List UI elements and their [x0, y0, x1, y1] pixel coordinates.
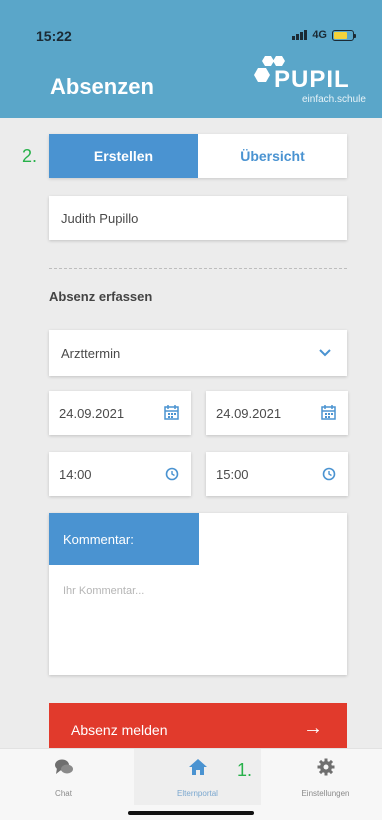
home-indicator — [128, 811, 254, 815]
chevron-down-icon — [319, 349, 331, 357]
date-from-value: 24.09.2021 — [59, 406, 125, 421]
logo-subtitle: einfach.schule — [302, 94, 366, 105]
time-from-value: 14:00 — [59, 467, 92, 482]
nav-label-elternportal: Elternportal — [177, 789, 218, 798]
clock-icon — [165, 467, 179, 481]
nav-label-einstellungen: Einstellungen — [301, 789, 350, 798]
date-from-field[interactable]: 24.09.2021 — [49, 391, 191, 435]
step-2-label: 2. — [22, 146, 38, 166]
chat-icon — [54, 759, 73, 774]
signal-icon — [292, 30, 308, 40]
tab-erstellen[interactable]: Erstellen — [49, 134, 198, 178]
bottom-navigation: Chat Elternportal Einstellungen — [0, 748, 382, 820]
student-name-value: Judith Pupillo — [61, 211, 139, 226]
comment-placeholder: Ihr Kommentar... — [63, 585, 145, 597]
calendar-icon — [164, 405, 179, 420]
logo-wordmark: PUPIL — [274, 66, 350, 93]
gear-icon — [317, 758, 334, 776]
time-from-field[interactable]: 14:00 — [49, 452, 191, 496]
battery-icon — [332, 29, 356, 41]
reason-value: Arzttermin — [61, 346, 121, 361]
time-to-field[interactable]: 15:00 — [206, 452, 348, 496]
comment-label: Kommentar: — [49, 513, 199, 565]
status-indicators: 4G — [292, 28, 356, 42]
status-bar: 15:22 4G — [0, 0, 382, 60]
nav-label-chat: Chat — [55, 789, 72, 798]
tab-uebersicht[interactable]: Übersicht — [198, 134, 347, 178]
page-title: Absenzen — [50, 74, 154, 99]
pupil-logo: PUPIL einfach.schule — [252, 52, 366, 114]
submit-label: Absenz melden — [71, 722, 168, 738]
step-1-label: 1. — [237, 760, 253, 780]
section-title: Absenz erfassen — [49, 289, 153, 304]
app-header: 15:22 4G Absenzen PUPIL einfach.schule — [0, 0, 382, 118]
time-to-value: 15:00 — [216, 467, 249, 482]
tab-bar: Erstellen Übersicht — [49, 134, 347, 178]
clock-icon — [322, 467, 336, 481]
home-icon — [188, 759, 207, 775]
section-divider — [49, 268, 347, 269]
comment-box[interactable]: Kommentar: Ihr Kommentar... — [49, 513, 347, 675]
nav-item-chat[interactable]: Chat — [0, 749, 127, 805]
status-time: 15:22 — [36, 28, 72, 44]
date-to-field[interactable]: 24.09.2021 — [206, 391, 348, 435]
reason-select[interactable]: Arzttermin — [49, 330, 347, 376]
date-to-value: 24.09.2021 — [216, 406, 282, 421]
nav-item-einstellungen[interactable]: Einstellungen — [262, 749, 382, 805]
calendar-icon — [321, 405, 336, 420]
network-type: 4G — [312, 29, 327, 41]
student-name-field[interactable]: Judith Pupillo — [49, 196, 347, 240]
arrow-right-icon: → — [303, 717, 323, 739]
